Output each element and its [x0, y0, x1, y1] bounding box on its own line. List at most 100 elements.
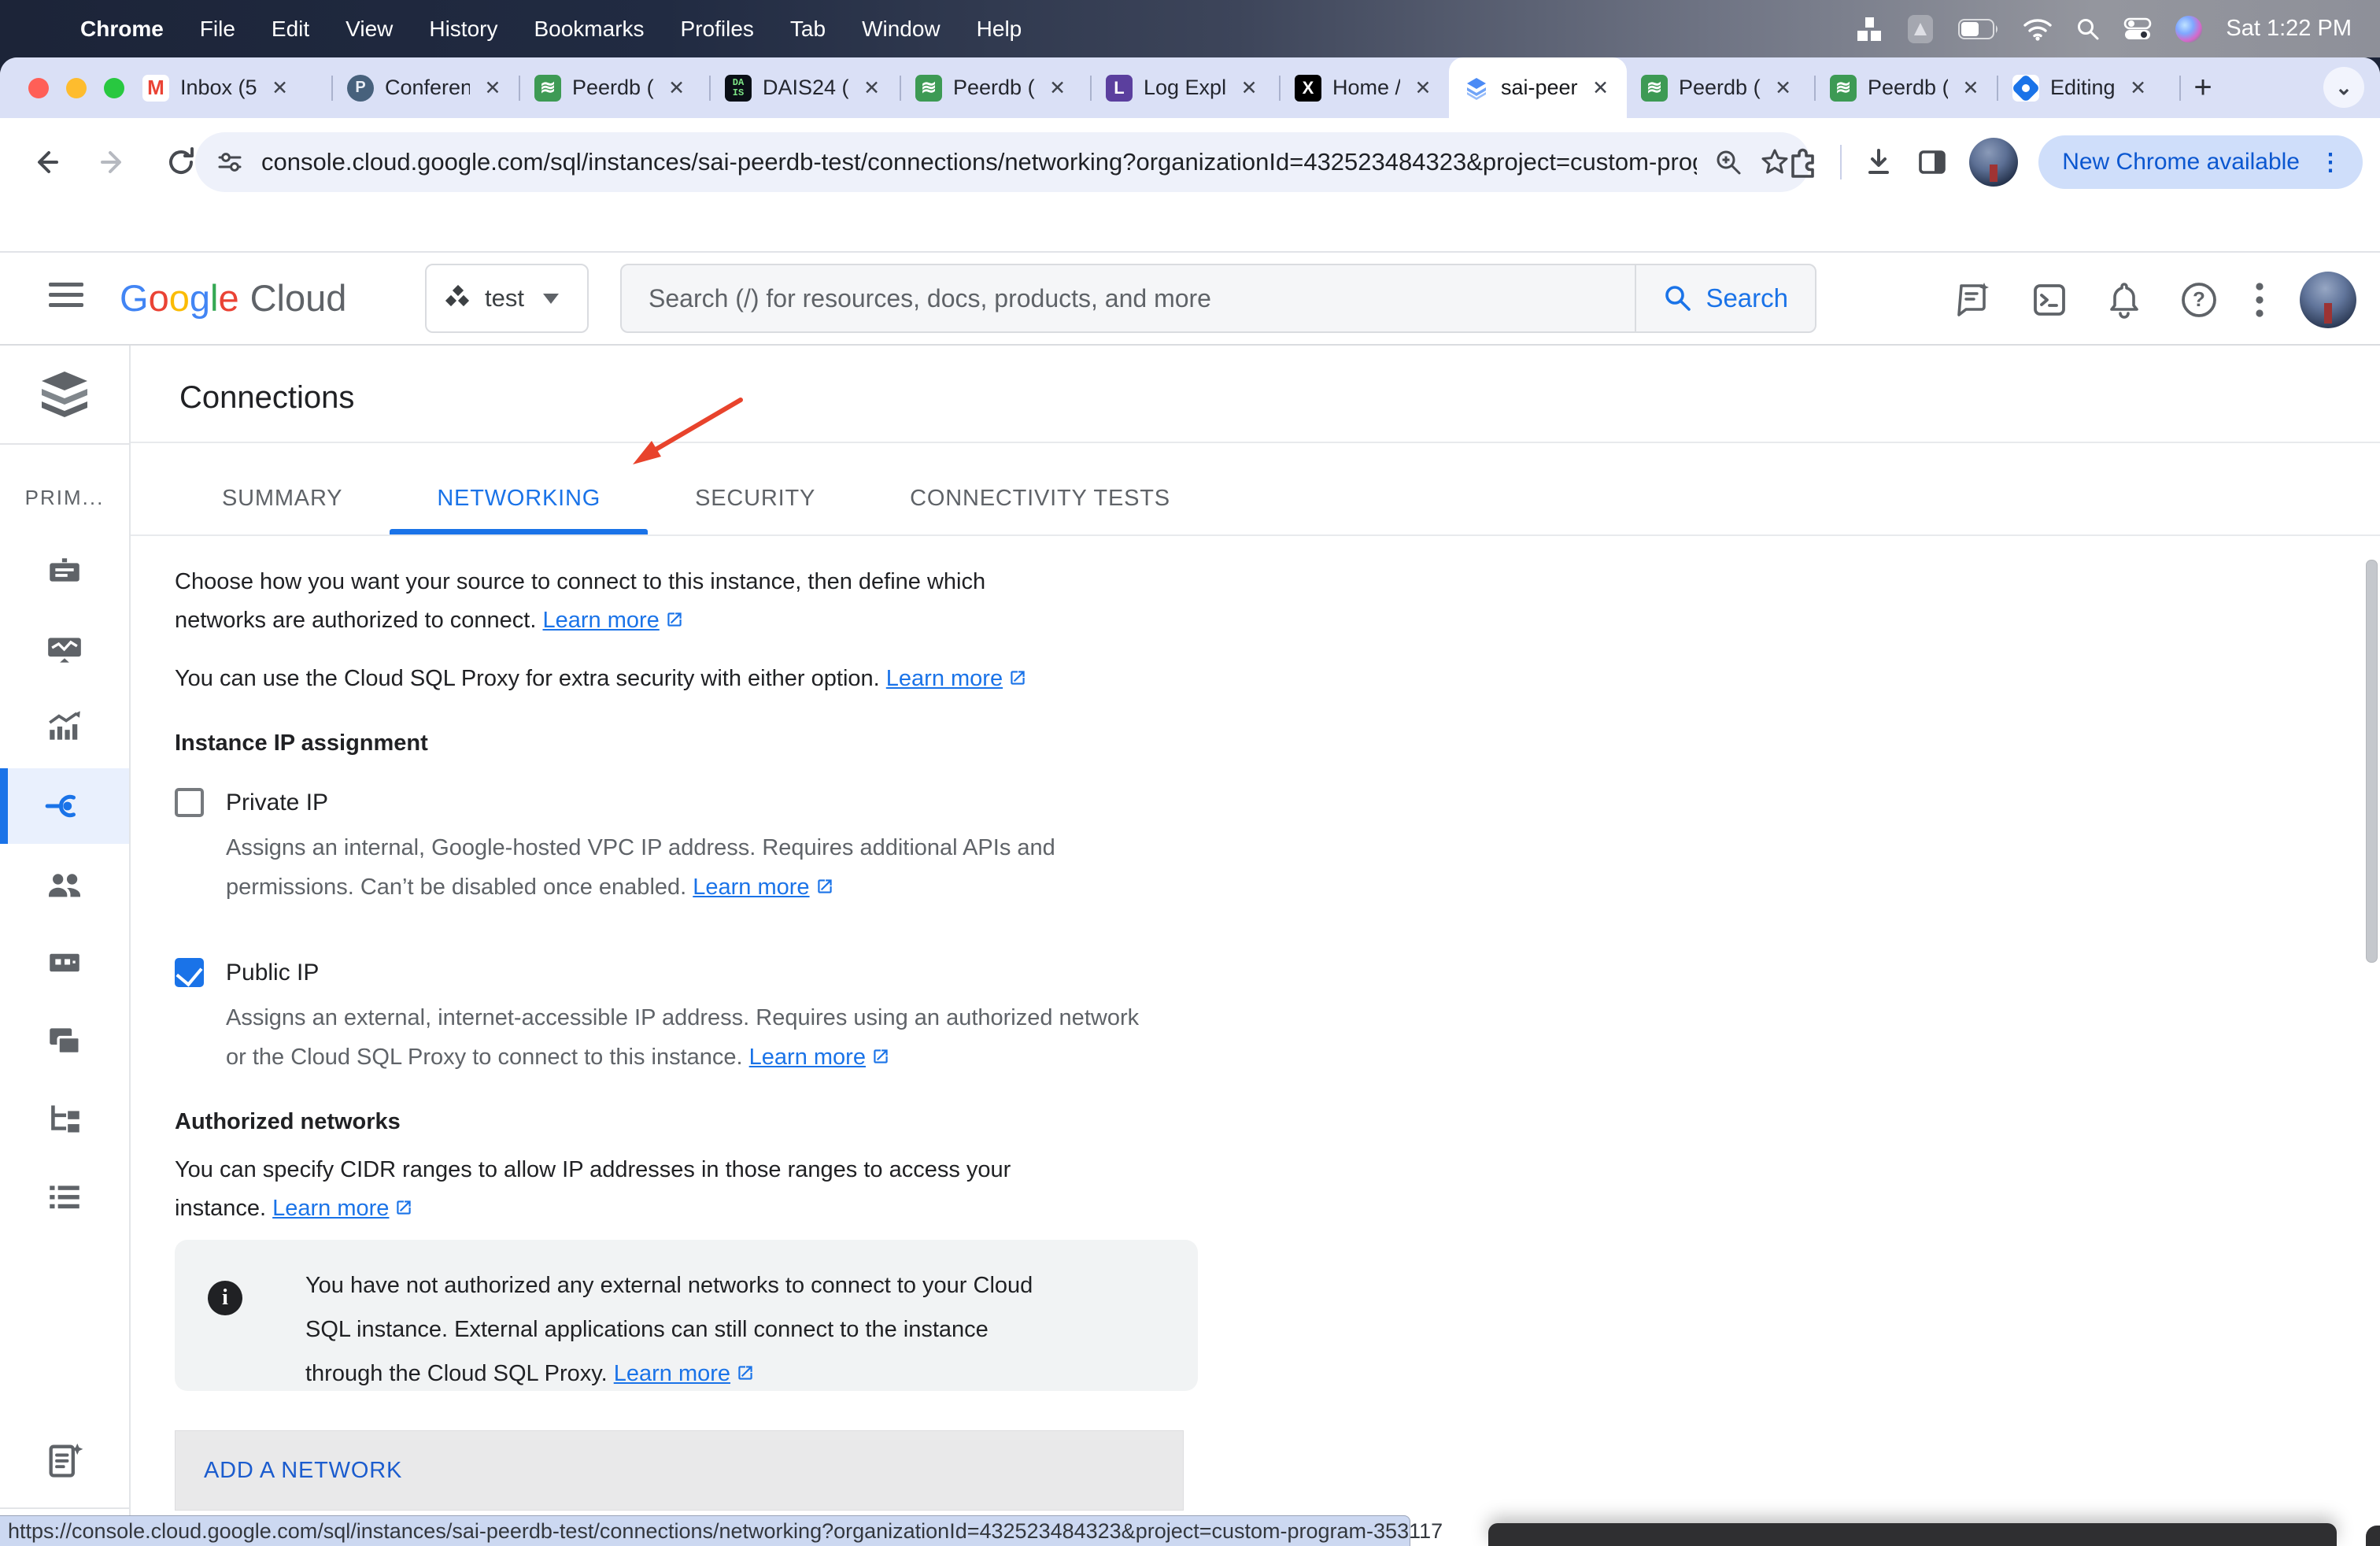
- menubar-clock[interactable]: Sat 1:22 PM: [2226, 16, 2352, 42]
- tab-gmail[interactable]: Inbox (5: [128, 57, 331, 118]
- info-line1: You have not authorized any external net…: [305, 1263, 1033, 1307]
- control-center-icon[interactable]: [2123, 17, 2152, 41]
- public-ip-checkbox[interactable]: [175, 958, 204, 987]
- learn-more-link[interactable]: Learn more: [693, 875, 809, 900]
- gcp-search-placeholder[interactable]: Search (/) for resources, docs, products…: [622, 284, 1635, 313]
- side-panel-icon[interactable]: [1916, 146, 1949, 179]
- url-text[interactable]: console.cloud.google.com/sql/instances/s…: [261, 148, 1697, 176]
- downloads-icon[interactable]: [1862, 146, 1895, 179]
- siri-icon[interactable]: [2175, 16, 2202, 43]
- tab-log-explorer[interactable]: Log Expl: [1092, 57, 1279, 118]
- learn-more-link[interactable]: Learn more: [749, 1045, 866, 1070]
- close-window-button[interactable]: [28, 78, 49, 98]
- sidebar-item-replication[interactable]: [0, 1081, 129, 1156]
- map-pin-favicon: [2012, 75, 2039, 102]
- new-chrome-available-button[interactable]: New Chrome available: [2038, 135, 2363, 189]
- sidebar-item-users[interactable]: [0, 847, 129, 923]
- authorized-networks-desc-line1: You can specify CIDR ranges to allow IP …: [175, 1151, 1513, 1189]
- gcp-search-bar[interactable]: Search (/) for resources, docs, products…: [620, 264, 1816, 333]
- sidebar-item-operations[interactable]: [0, 1160, 129, 1235]
- sidebar-item-system-insights[interactable]: [0, 689, 129, 764]
- tab-dais24[interactable]: DAIS24 (: [711, 57, 900, 118]
- tab-close-icon[interactable]: [1772, 76, 1795, 100]
- tab-conference[interactable]: Conferen: [333, 57, 519, 118]
- menubar-item-profiles[interactable]: Profiles: [681, 17, 754, 42]
- sidebar-item-observability[interactable]: [0, 612, 129, 687]
- tab-peerdb-2[interactable]: Peerdb (: [901, 57, 1090, 118]
- sidebar-item-connections[interactable]: [0, 768, 129, 844]
- forward-button[interactable]: [91, 140, 135, 184]
- tab-close-icon[interactable]: [1589, 76, 1613, 100]
- tab-x-home[interactable]: Home / X: [1281, 57, 1449, 118]
- menubar-app-name[interactable]: Chrome: [80, 17, 164, 42]
- gcp-search-button[interactable]: Search: [1635, 265, 1815, 331]
- account-avatar[interactable]: [2300, 272, 2356, 328]
- cloud-sql-logo-icon[interactable]: [0, 346, 129, 445]
- tab-close-icon[interactable]: [665, 76, 689, 100]
- zoom-window-button[interactable]: [104, 78, 124, 98]
- zoom-icon[interactable]: [1714, 148, 1743, 176]
- extensions-icon[interactable]: [1785, 145, 1820, 179]
- sidebar-item-databases[interactable]: [0, 925, 129, 1000]
- private-ip-checkbox[interactable]: [175, 788, 204, 817]
- more-options-icon[interactable]: [2254, 280, 2265, 320]
- menubar-item-view[interactable]: View: [346, 17, 393, 42]
- sidebar-item-overview[interactable]: [0, 534, 129, 610]
- new-tab-button[interactable]: [2181, 57, 2225, 118]
- back-button[interactable]: [24, 140, 68, 184]
- tab-cloud-sql-active[interactable]: sai-peer: [1449, 57, 1627, 118]
- tab-security[interactable]: SECURITY: [648, 468, 863, 528]
- menubar-item-history[interactable]: History: [429, 17, 497, 42]
- page-scrollbar[interactable]: [2366, 560, 2378, 963]
- menubar-item-bookmarks[interactable]: Bookmarks: [534, 17, 644, 42]
- browser-profile-avatar[interactable]: [1969, 138, 2018, 187]
- stats-blocks-icon[interactable]: [1857, 16, 1883, 43]
- learn-more-link[interactable]: Learn more: [614, 1361, 730, 1386]
- navigation-menu-icon[interactable]: [49, 283, 83, 313]
- minimize-window-button[interactable]: [66, 78, 87, 98]
- tab-peerdb-4[interactable]: Peerdb (: [1816, 57, 1997, 118]
- tab-summary[interactable]: SUMMARY: [175, 468, 390, 528]
- menubar-item-edit[interactable]: Edit: [272, 17, 309, 42]
- cloud-shell-icon[interactable]: [2029, 279, 2070, 320]
- spotlight-search-icon[interactable]: [2076, 17, 2100, 41]
- address-bar[interactable]: console.cloud.google.com/sql/instances/s…: [195, 132, 1810, 192]
- info-icon: [208, 1281, 242, 1315]
- learn-more-link[interactable]: Learn more: [543, 608, 660, 633]
- site-settings-icon[interactable]: [216, 148, 244, 176]
- main-content: Connections SUMMARY NETWORKING SECURITY …: [131, 346, 2380, 1546]
- sidebar-item-release-notes[interactable]: [0, 1422, 129, 1498]
- sidebar-item-backups[interactable]: [0, 1004, 129, 1079]
- project-picker-button[interactable]: test: [425, 264, 589, 333]
- tab-peerdb-1[interactable]: Peerdb (: [520, 57, 709, 118]
- tab-search-chevron-button[interactable]: [2323, 67, 2364, 108]
- browser-menu-icon[interactable]: [2319, 149, 2342, 176]
- tab-close-icon[interactable]: [268, 76, 292, 100]
- notifications-bell-icon[interactable]: [2105, 279, 2144, 320]
- wifi-icon[interactable]: [2023, 17, 2053, 41]
- tab-close-icon[interactable]: [1046, 76, 1070, 100]
- tab-peerdb-3[interactable]: Peerdb (: [1627, 57, 1814, 118]
- learn-more-link[interactable]: Learn more: [886, 666, 1003, 691]
- release-notes-icon[interactable]: [1953, 279, 1994, 320]
- tab-networking[interactable]: NETWORKING: [390, 468, 648, 528]
- tab-close-icon[interactable]: [481, 76, 504, 100]
- menubar-item-window[interactable]: Window: [862, 17, 941, 42]
- tab-editing[interactable]: Editing: [1998, 57, 2179, 118]
- help-icon[interactable]: ?: [2179, 279, 2219, 320]
- tab-close-icon[interactable]: [860, 76, 884, 100]
- tab-close-icon[interactable]: [1411, 76, 1435, 100]
- add-network-button[interactable]: ADD A NETWORK: [175, 1430, 1184, 1511]
- menubar-item-help[interactable]: Help: [977, 17, 1022, 42]
- menubar-item-file[interactable]: File: [200, 17, 235, 42]
- tab-connectivity-tests[interactable]: CONNECTIVITY TESTS: [863, 468, 1218, 528]
- sidebar-section-label: PRIM...: [0, 486, 129, 510]
- battery-icon[interactable]: [1958, 19, 1999, 39]
- learn-more-link[interactable]: Learn more: [272, 1196, 389, 1221]
- tab-close-icon[interactable]: [2127, 76, 2150, 100]
- tab-close-icon[interactable]: [1959, 76, 1983, 100]
- google-cloud-logo[interactable]: G o o g l e Cloud: [120, 276, 346, 320]
- menubar-item-tab[interactable]: Tab: [790, 17, 826, 42]
- menubar-app-icon[interactable]: [1906, 13, 1935, 45]
- tab-close-icon[interactable]: [1237, 76, 1261, 100]
